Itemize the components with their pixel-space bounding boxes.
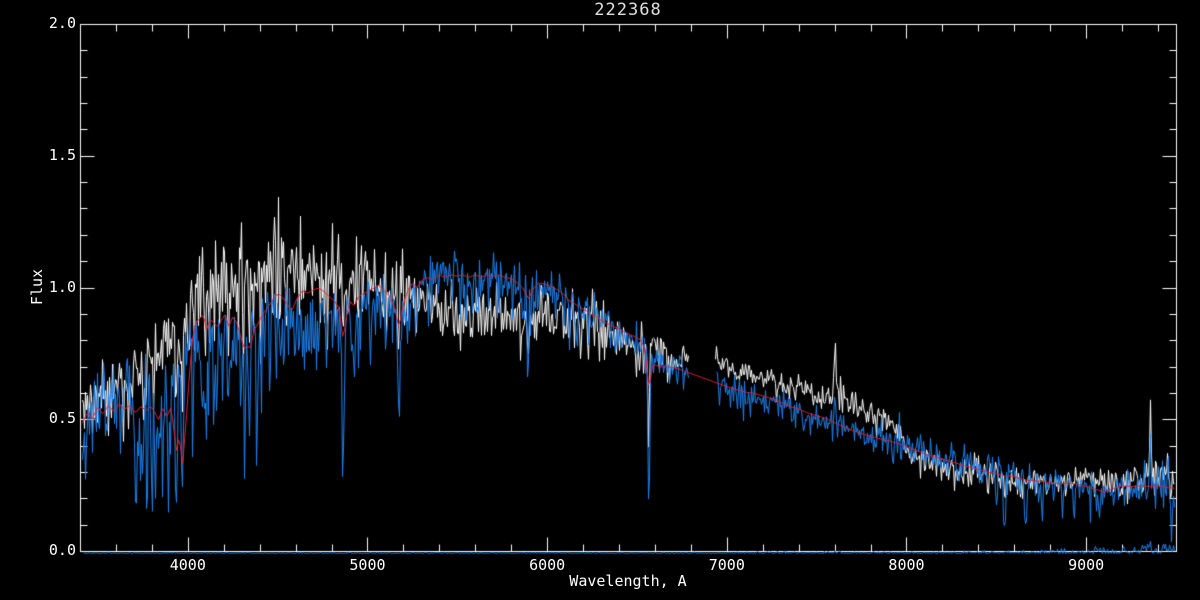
x-tick-label: 4000 <box>169 556 206 574</box>
x-tick-label: 9000 <box>1068 556 1105 574</box>
x-tick-label: 5000 <box>349 556 386 574</box>
y-tick-label: 1.0 <box>48 277 76 296</box>
y-tick-label: 0.5 <box>48 409 76 428</box>
y-tick-label: 2.0 <box>48 14 76 32</box>
spectrum-plot-window: 222368 Wavelength, A Flux 4000 5000 6000 70… <box>0 0 1200 600</box>
spectrum-plot-canvas <box>0 0 1200 600</box>
x-tick-label: 8000 <box>888 556 925 574</box>
x-tick-label: 6000 <box>529 556 566 574</box>
plot-title: 222368 <box>594 0 662 20</box>
y-tick-label: 1.5 <box>48 145 76 164</box>
x-axis-label: Wavelength, A <box>569 572 687 590</box>
x-tick-label: 7000 <box>708 556 745 574</box>
y-tick-label: 0.0 <box>48 541 76 559</box>
